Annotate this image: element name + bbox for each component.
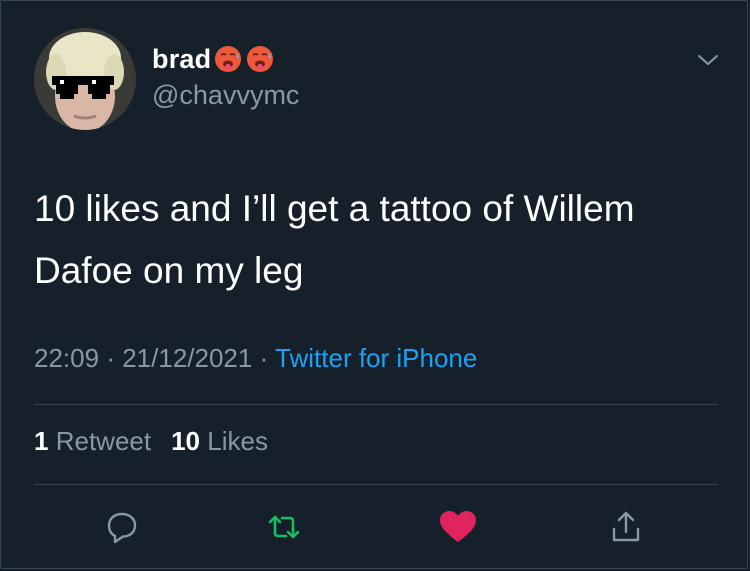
avatar[interactable] — [34, 28, 136, 130]
retweets-label: Retweet — [55, 426, 152, 456]
share-icon — [612, 511, 640, 542]
like-button[interactable] — [436, 505, 480, 549]
retweet-icon — [268, 515, 300, 539]
display-name[interactable]: brad — [152, 44, 211, 75]
author-name-row[interactable]: brad — [152, 40, 275, 78]
tweet-date[interactable]: 21/12/2021 — [122, 343, 252, 373]
retweets-count: 1 — [34, 426, 49, 456]
likes-stat[interactable]: 10 Likes — [171, 426, 268, 456]
reply-button[interactable] — [100, 505, 144, 549]
reply-icon — [107, 512, 137, 544]
tweet-source-link[interactable]: Twitter for iPhone — [275, 343, 477, 373]
tweet-text: 10 likes and I’ll get a tattoo of Willem… — [34, 188, 635, 291]
tweet-time[interactable]: 22:09 — [34, 343, 99, 373]
hot-face-emoji — [213, 44, 243, 74]
like-icon — [440, 511, 476, 542]
avatar-image — [34, 28, 136, 130]
hot-face-emoji — [245, 44, 275, 74]
divider — [34, 404, 718, 405]
tweet-stats: 1 Retweet 10 Likes — [34, 426, 268, 457]
share-button[interactable] — [604, 505, 648, 549]
user-handle[interactable]: @chavvymc — [152, 80, 299, 111]
tweet-meta: 22:09 · 21/12/2021 · Twitter for iPhone — [34, 343, 477, 374]
divider — [34, 484, 718, 485]
chevron-down-icon[interactable] — [696, 52, 720, 68]
retweet-button[interactable] — [262, 505, 306, 549]
meta-separator: · — [259, 343, 269, 373]
likes-label: Likes — [207, 426, 268, 456]
likes-count: 10 — [171, 426, 201, 456]
meta-separator: · — [106, 343, 115, 373]
retweets-stat[interactable]: 1 Retweet — [34, 426, 151, 456]
